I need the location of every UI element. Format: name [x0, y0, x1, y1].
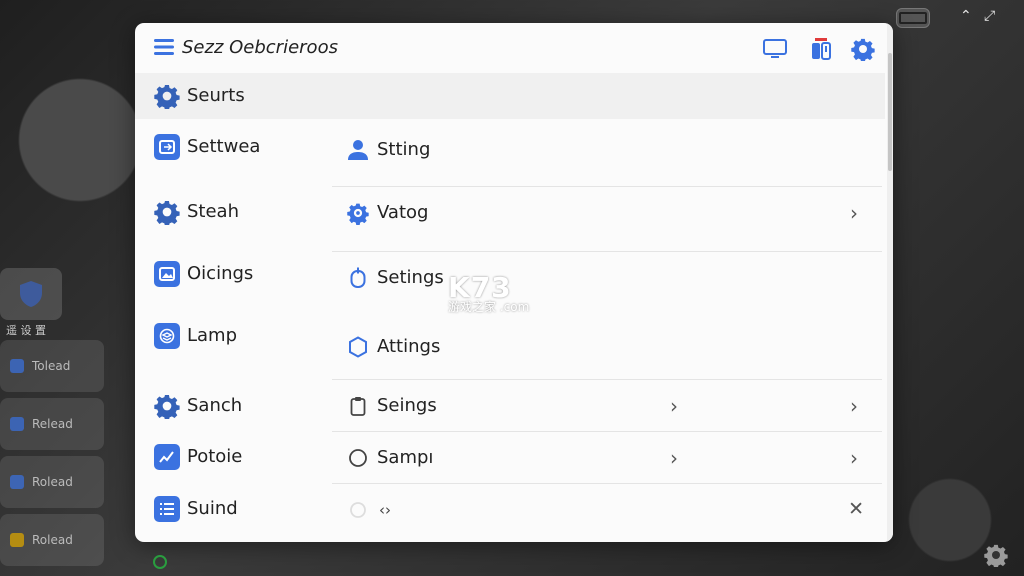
- settings-row-seings[interactable]: Seings › ›: [332, 379, 882, 434]
- user-icon: [347, 138, 369, 162]
- minimize-icon: [899, 12, 927, 24]
- sidebar-item-label: Lamp: [187, 325, 238, 346]
- list-icon: [154, 496, 180, 522]
- chevron-right-icon[interactable]: ›: [850, 446, 858, 470]
- sidebar-item-potoie[interactable]: Potoie: [154, 444, 344, 474]
- card-label: Relead: [32, 417, 73, 431]
- shield-icon: [347, 335, 369, 359]
- close-icon[interactable]: ✕: [848, 498, 864, 520]
- sidebar-item-label: Potoie: [187, 446, 243, 467]
- settings-row-code[interactable]: ‹› ✕: [332, 483, 882, 538]
- background-card: Rolead: [0, 456, 104, 508]
- card-label: Rolead: [32, 475, 73, 489]
- scrollbar-thumb[interactable]: [888, 53, 892, 171]
- row-label: Seings: [377, 395, 437, 416]
- card-label: Rolead: [32, 533, 73, 547]
- settings-window: Sezz Oebcrieroos Seurts Settwea Steah Oi…: [135, 23, 893, 542]
- gear-icon[interactable]: [851, 37, 875, 61]
- clipboard-icon: [347, 394, 369, 418]
- sidebar-item-label: Suind: [187, 498, 238, 519]
- settings-row-setings[interactable]: Setings: [332, 251, 882, 306]
- scrollbar[interactable]: [887, 23, 893, 542]
- sidebar-item-label: Sanch: [187, 395, 243, 416]
- settings-row-attings[interactable]: Attings: [332, 321, 882, 375]
- watermark-sub: 游戏之家 .com: [448, 300, 530, 314]
- window-title: Sezz Oebcrieroos: [182, 37, 338, 58]
- card-icon: [10, 417, 24, 431]
- background-caption: 遥 设 置: [6, 324, 46, 337]
- card-icon: [10, 475, 24, 489]
- status-dot-icon: [153, 555, 167, 569]
- sidebar-item-label: Steah: [187, 201, 239, 222]
- sidebar-item-label: Settwea: [187, 136, 261, 157]
- gear-icon: [154, 83, 180, 113]
- background-shield-tile: [0, 268, 62, 320]
- sidebar-item-oicings[interactable]: Oicings: [154, 261, 344, 291]
- circle-icon: [347, 446, 369, 470]
- window-toggle-button[interactable]: [896, 8, 930, 28]
- section-title: Seurts: [187, 85, 245, 106]
- hamburger-menu-icon[interactable]: [154, 38, 174, 60]
- sidebar-item-settwea[interactable]: Settwea: [154, 134, 344, 164]
- sidebar-item-steah[interactable]: Steah: [154, 199, 344, 229]
- monitor-icon[interactable]: [763, 37, 787, 61]
- sidebar-item-sanch[interactable]: Sanch: [154, 393, 344, 423]
- expand-icon[interactable]: ⤢: [984, 8, 995, 24]
- image-icon: [154, 261, 180, 287]
- row-label: Attings: [377, 336, 441, 357]
- section-header: Seurts: [135, 73, 885, 119]
- radio-icon[interactable]: [347, 498, 369, 522]
- gear-icon: [154, 393, 180, 419]
- row-label: Sampı: [377, 447, 434, 468]
- row-label: Stting: [377, 139, 431, 160]
- chevron-right-icon: ›: [850, 201, 858, 225]
- sidebar-item-suind[interactable]: Suind: [154, 496, 344, 526]
- shield-icon: [20, 281, 42, 307]
- swap-icon: [154, 134, 180, 160]
- mouse-icon: [347, 266, 369, 290]
- sidebar-item-lamp[interactable]: Lamp: [154, 323, 344, 353]
- gear-icon[interactable]: [984, 543, 1008, 571]
- watermark-logo: K73 游戏之家 .com: [448, 271, 529, 315]
- window-titlebar: Sezz Oebcrieroos: [135, 23, 893, 73]
- device-alert-icon[interactable]: [809, 37, 833, 61]
- layers-icon: [154, 323, 180, 349]
- gear-icon: [154, 199, 180, 225]
- collapse-icon[interactable]: ⌃: [960, 8, 972, 24]
- sidebar-item-label: Oicings: [187, 263, 254, 284]
- settings-row-vatog[interactable]: Vatog ›: [332, 186, 882, 241]
- card-icon: [10, 533, 24, 547]
- chevron-right-icon[interactable]: ›: [670, 446, 678, 470]
- gear-bug-icon: [347, 201, 369, 225]
- row-label: Vatog: [377, 202, 429, 223]
- chart-icon: [154, 444, 180, 470]
- chevron-right-icon[interactable]: ›: [850, 394, 858, 418]
- background-card: Tolead: [0, 340, 104, 392]
- card-icon: [10, 359, 24, 373]
- chevron-right-icon[interactable]: ›: [670, 394, 678, 418]
- settings-row-stting[interactable]: Stting: [332, 124, 882, 178]
- settings-row-sampi[interactable]: Sampı › ›: [332, 431, 882, 486]
- card-label: Tolead: [32, 359, 71, 373]
- code-icon: ‹›: [379, 501, 391, 519]
- background-card: Rolead: [0, 514, 104, 566]
- background-card: Relead: [0, 398, 104, 450]
- row-label: Setings: [377, 267, 444, 288]
